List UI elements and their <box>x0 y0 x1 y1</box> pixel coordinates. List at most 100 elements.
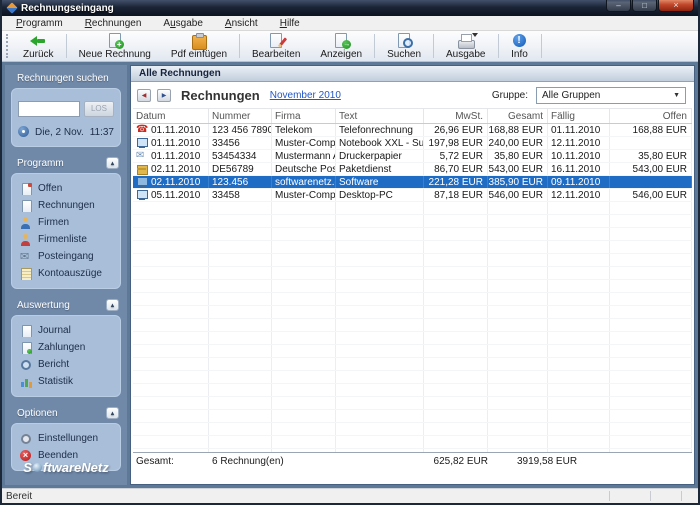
cell-offen: 35,80 EUR <box>610 150 692 162</box>
maximize-button[interactable] <box>632 0 657 12</box>
column-header-nummer[interactable]: Nummer <box>209 109 272 123</box>
empty-cell <box>488 397 548 409</box>
column-header-offen[interactable]: Offen <box>610 109 692 123</box>
empty-cell <box>336 319 424 331</box>
toolbar-grip[interactable] <box>6 34 11 58</box>
collapse-button[interactable] <box>106 157 119 169</box>
menu-item-programm[interactable]: Programm <box>5 18 74 29</box>
sidebar-item-posteingang[interactable]: Posteingang <box>18 248 114 265</box>
empty-cell <box>336 371 424 383</box>
doc-new-icon <box>106 33 124 49</box>
column-header-faellig[interactable]: Fällig <box>548 109 610 123</box>
chart-icon <box>20 376 32 388</box>
empty-cell <box>424 371 488 383</box>
empty-cell <box>272 410 336 422</box>
previous-month-button[interactable] <box>137 88 151 102</box>
empty-cell <box>133 319 209 331</box>
empty-cell <box>133 267 209 279</box>
empty-cell <box>133 384 209 396</box>
sidebar-item-kontoausz-ge[interactable]: Kontoauszüge <box>18 265 114 282</box>
empty-cell <box>548 371 610 383</box>
info-button[interactable]: Info <box>501 31 539 61</box>
sidebar-item-statistik[interactable]: Statistik <box>18 373 114 390</box>
table-row[interactable]: 01.11.201053454334Mustermann AGDruckerpa… <box>133 150 692 163</box>
period-link[interactable]: November 2010 <box>270 90 341 101</box>
cell-nummer: DE56789 <box>209 163 272 175</box>
caption-text: Alle Rechnungen <box>139 68 221 79</box>
collapse-button[interactable] <box>106 407 119 419</box>
sidebar-item-offen[interactable]: Offen <box>18 180 114 197</box>
pdf-einf-gen-button[interactable]: Pdf einfügen <box>161 31 237 61</box>
column-header-datum[interactable]: Datum <box>133 109 209 123</box>
chevron-down-icon <box>673 92 680 99</box>
zur-ck-button[interactable]: Zurück <box>13 31 64 61</box>
toolbar-separator <box>540 34 542 58</box>
menu-item-hilfe[interactable]: Hilfe <box>269 18 311 29</box>
minimize-button[interactable] <box>606 0 631 12</box>
menu-item-ansicht[interactable]: Ansicht <box>214 18 269 29</box>
menu-item-rechnungen[interactable]: Rechnungen <box>74 18 153 29</box>
table-row[interactable]: 01.11.201033456Muster-ComputerNotebook X… <box>133 137 692 150</box>
empty-cell <box>272 215 336 227</box>
empty-cell <box>209 215 272 227</box>
empty-row <box>133 202 692 215</box>
sidebar-item-firmen[interactable]: Firmen <box>18 214 114 231</box>
sidebar-item-rechnungen[interactable]: Rechnungen <box>18 197 114 214</box>
search-go-button[interactable]: LOS <box>84 101 114 117</box>
close-button[interactable] <box>658 0 694 12</box>
softwarenetz-logo: SftwareNetz <box>5 460 127 475</box>
sidebar-item-label: Firmenliste <box>38 234 87 245</box>
window-title: Rechnungseingang <box>21 2 114 14</box>
sidebar-item-bericht[interactable]: Bericht <box>18 356 114 373</box>
empty-cell <box>424 332 488 344</box>
table-row[interactable]: 05.11.201033458Muster-ComputerDesktop-PC… <box>133 189 692 202</box>
ausgabe-button[interactable]: Ausgabe <box>436 31 495 61</box>
sidebar-item-firmenliste[interactable]: Firmenliste <box>18 231 114 248</box>
anzeigen-button[interactable]: Anzeigen <box>310 31 372 61</box>
sidebar-item-journal[interactable]: Journal <box>18 322 114 339</box>
list-icon <box>20 267 32 280</box>
empty-cell <box>133 371 209 383</box>
column-header-mwst[interactable]: MwSt. <box>424 109 488 123</box>
menu-item-ausgabe[interactable]: Ausgabe <box>152 18 213 29</box>
sidebar-item-zahlungen[interactable]: Zahlungen <box>18 339 114 356</box>
bearbeiten-button[interactable]: Bearbeiten <box>242 31 310 61</box>
suchen-button[interactable]: Suchen <box>377 31 431 61</box>
empty-cell <box>336 215 424 227</box>
table-row[interactable]: 02.11.2010 DE56789 Deutsche Post Paketdiens… <box>133 163 692 176</box>
empty-cell <box>336 202 424 214</box>
empty-cell <box>488 293 548 305</box>
empty-row <box>133 436 692 449</box>
empty-cell <box>336 267 424 279</box>
search-input[interactable] <box>18 101 80 117</box>
doc-green-icon <box>20 341 32 354</box>
cell-datum: 02.11.2010 <box>133 176 209 188</box>
empty-cell <box>610 410 692 422</box>
status-bar: Bereit <box>2 488 698 503</box>
table-footer: Gesamt: 6 Rechnung(en) 625,82 EUR 3919,5… <box>133 452 692 472</box>
empty-row <box>133 371 692 384</box>
package-icon <box>136 164 148 175</box>
group-dropdown[interactable]: Alle Gruppen <box>536 86 686 104</box>
next-month-button[interactable] <box>157 88 171 102</box>
statusbar-separator <box>609 491 610 501</box>
collapse-button[interactable] <box>106 299 119 311</box>
title-bar: Rechnungseingang <box>2 0 698 16</box>
empty-cell <box>548 332 610 344</box>
empty-row <box>133 410 692 423</box>
empty-row <box>133 254 692 267</box>
empty-cell <box>548 267 610 279</box>
column-header-text[interactable]: Text <box>336 109 424 123</box>
empty-cell <box>272 228 336 240</box>
column-header-gesamt[interactable]: Gesamt <box>488 109 548 123</box>
sidebar-item-einstellungen[interactable]: Einstellungen <box>18 430 114 447</box>
neue-rechnung-button[interactable]: Neue Rechnung <box>69 31 161 61</box>
empty-cell <box>424 423 488 435</box>
table-row[interactable]: 02.11.2010123.456softwarenetz.deSoftware… <box>133 176 692 189</box>
person-icon <box>20 216 32 229</box>
doc-icon <box>20 324 32 337</box>
empty-cell <box>548 319 610 331</box>
column-header-firma[interactable]: Firma <box>272 109 336 123</box>
table-row[interactable]: 01.11.2010123 456 7890TelekomTelefonrech… <box>133 124 692 137</box>
toolbar-button-label: Suchen <box>387 49 422 60</box>
